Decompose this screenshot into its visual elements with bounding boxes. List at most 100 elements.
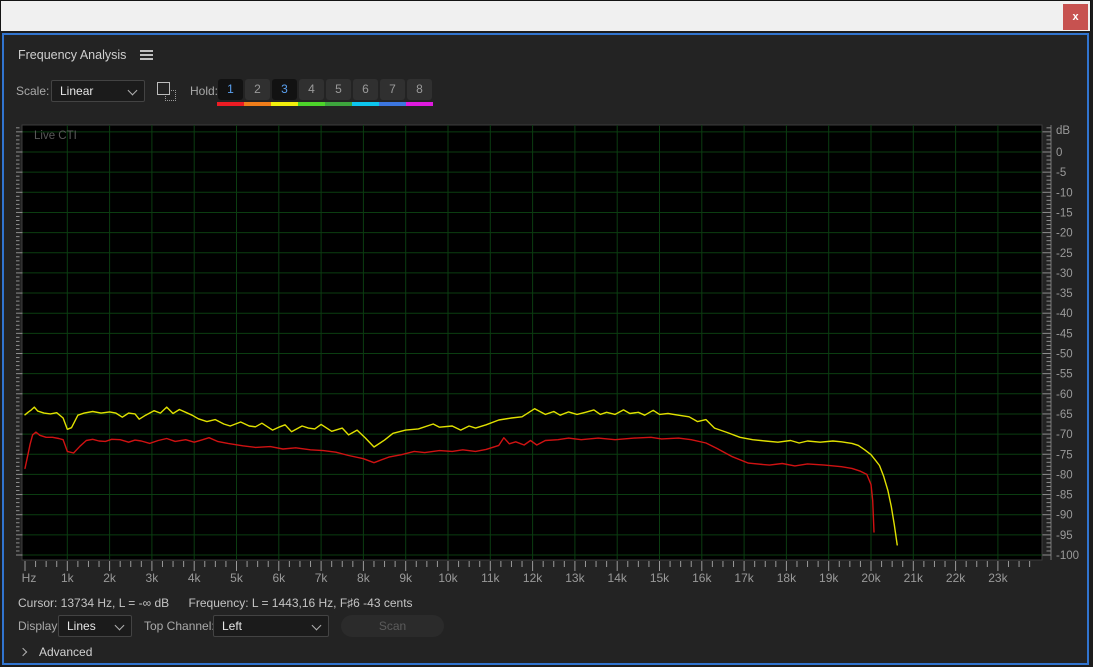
hold-color-strip: [325, 102, 352, 106]
scale-dropdown[interactable]: Linear: [51, 80, 145, 102]
db-tick-label: -10: [1056, 187, 1073, 199]
freq-tick-label: 10k: [438, 571, 458, 585]
hold-buttons-group: 12345678: [218, 79, 432, 106]
panel-title: Frequency Analysis: [18, 48, 126, 62]
db-tick-label: 0: [1056, 147, 1062, 159]
hold-button-face[interactable]: 6: [353, 79, 378, 100]
freq-tick-label: 19k: [819, 571, 839, 585]
top-channel-label: Top Channel:: [144, 619, 215, 633]
scan-button[interactable]: Scan: [341, 615, 444, 637]
advanced-label: Advanced: [39, 645, 92, 659]
top-channel-dropdown[interactable]: Left: [213, 615, 329, 637]
freq-axis-labels: Hz1k2k3k4k5k6k7k8k9k10k11k12k13k14k15k16…: [22, 571, 1009, 585]
hold-button-2[interactable]: 2: [245, 79, 270, 106]
hold-color-strip: [244, 102, 271, 106]
db-tick-label: -40: [1056, 308, 1073, 320]
hold-color-strip: [298, 102, 325, 106]
hold-button-face[interactable]: 2: [245, 79, 270, 100]
display-dropdown[interactable]: Lines: [58, 615, 132, 637]
hold-button-7[interactable]: 7: [380, 79, 405, 106]
hold-button-face[interactable]: 8: [407, 79, 432, 100]
db-axis-labels: dB0-5-10-15-20-25-30-35-40-45-50-55-60-6…: [1056, 125, 1079, 562]
chevron-down-icon: [115, 621, 125, 631]
freq-tick-label: 8k: [357, 571, 371, 585]
freq-tick-label: 22k: [946, 571, 966, 585]
db-tick-label: -85: [1056, 490, 1073, 502]
hold-button-3[interactable]: 3: [272, 79, 297, 106]
freq-tick-label: 2k: [103, 571, 117, 585]
db-tick-label: -60: [1056, 389, 1073, 401]
display-value: Lines: [67, 619, 96, 633]
status-bar: Cursor: 13734 Hz, L = -∞ dB Frequency: L…: [18, 596, 413, 610]
hold-label: Hold:: [190, 84, 218, 98]
panel-menu-icon[interactable]: [140, 48, 153, 62]
hold-button-1[interactable]: 1: [218, 79, 243, 106]
hold-button-face[interactable]: 4: [299, 79, 324, 100]
copy-snapshot-icon[interactable]: [157, 82, 179, 102]
db-tick-label: -75: [1056, 449, 1073, 461]
db-unit-label: dB: [1056, 125, 1070, 137]
db-tick-label: -65: [1056, 409, 1073, 421]
freq-tick-label: 16k: [692, 571, 712, 585]
freq-tick-label: 1k: [61, 571, 75, 585]
hold-button-6[interactable]: 6: [353, 79, 378, 106]
snapshot-solid-square: [157, 82, 170, 95]
scale-value: Linear: [60, 84, 93, 98]
hold-button-face[interactable]: 3: [272, 79, 297, 100]
hold-color-strip: [352, 102, 379, 106]
db-tick-label: -55: [1056, 369, 1073, 381]
hold-button-face[interactable]: 5: [326, 79, 351, 100]
hold-color-strip: [379, 102, 406, 106]
window-close-button[interactable]: x: [1063, 4, 1088, 30]
hold-button-5[interactable]: 5: [326, 79, 351, 106]
db-tick-label: -25: [1056, 248, 1073, 260]
window-titlebar[interactable]: x: [0, 0, 1091, 31]
freq-tick-label: 23k: [988, 571, 1008, 585]
freq-tick-label: 11k: [481, 571, 500, 585]
chevron-down-icon: [128, 86, 138, 96]
panel-header: Frequency Analysis: [18, 47, 153, 63]
db-tick-label: -100: [1056, 550, 1079, 562]
freq-tick-label: 18k: [777, 571, 797, 585]
chevron-right-icon: [19, 648, 27, 656]
frequency-chart-svg[interactable]: dB0-5-10-15-20-25-30-35-40-45-50-55-60-6…: [14, 117, 1086, 589]
hold-button-8[interactable]: 8: [407, 79, 432, 106]
top-channel-value: Left: [222, 619, 242, 633]
db-tick-label: -90: [1056, 510, 1073, 522]
hold-color-strip: [406, 102, 433, 106]
freq-tick-label: 15k: [650, 571, 670, 585]
frequency-chart[interactable]: dB0-5-10-15-20-25-30-35-40-45-50-55-60-6…: [14, 117, 1086, 589]
freq-tick-label: 20k: [861, 571, 881, 585]
live-cti-label: Live CTI: [34, 130, 77, 142]
db-tick-label: -30: [1056, 268, 1073, 280]
advanced-toggle[interactable]: Advanced: [20, 645, 92, 659]
freq-tick-ruler: [25, 561, 1030, 571]
display-label: Display:: [18, 619, 61, 633]
chevron-down-icon: [312, 621, 322, 631]
freq-tick-label: 17k: [734, 571, 754, 585]
freq-tick-label: 4k: [188, 571, 202, 585]
freq-tick-label: 6k: [272, 571, 286, 585]
freq-tick-label: 13k: [565, 571, 585, 585]
hold-color-strip: [271, 102, 298, 106]
hold-button-face[interactable]: 1: [218, 79, 243, 100]
db-tick-label: -95: [1056, 530, 1073, 542]
db-tick-label: -5: [1056, 167, 1066, 179]
cursor-status: Cursor: 13734 Hz, L = -∞ dB: [18, 596, 169, 610]
frequency-analysis-panel: Frequency Analysis Scale: Linear Hold: 1…: [2, 33, 1089, 665]
db-tick-label: -20: [1056, 228, 1073, 240]
hold-button-4[interactable]: 4: [299, 79, 324, 106]
freq-tick-label: 14k: [608, 571, 628, 585]
freq-tick-label: 12k: [523, 571, 543, 585]
freq-tick-label: 9k: [399, 571, 413, 585]
freq-unit-label: Hz: [22, 571, 37, 585]
db-tick-label: -15: [1056, 207, 1073, 219]
frequency-analysis-window: x Frequency Analysis Scale: Linear Hold:…: [0, 0, 1093, 667]
hold-button-face[interactable]: 7: [380, 79, 405, 100]
freq-tick-label: 21k: [904, 571, 924, 585]
frequency-status: Frequency: L = 1443,16 Hz, F♯6 -43 cents: [189, 596, 413, 610]
db-tick-label: -35: [1056, 288, 1073, 300]
db-tick-label: -80: [1056, 469, 1073, 481]
db-tick-label: -45: [1056, 328, 1073, 340]
db-tick-label: -70: [1056, 429, 1073, 441]
